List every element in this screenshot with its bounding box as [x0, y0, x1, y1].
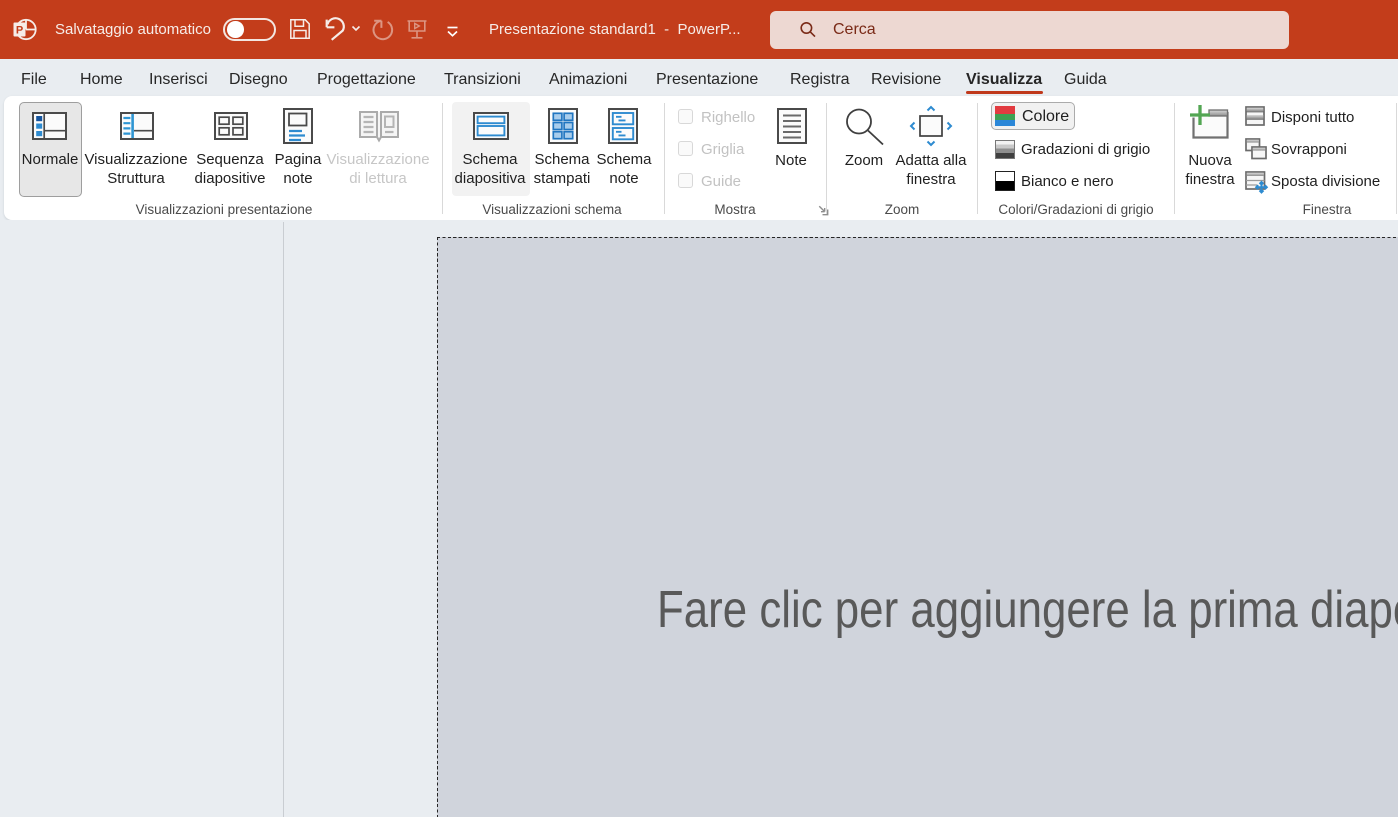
- svg-text:P: P: [16, 25, 23, 37]
